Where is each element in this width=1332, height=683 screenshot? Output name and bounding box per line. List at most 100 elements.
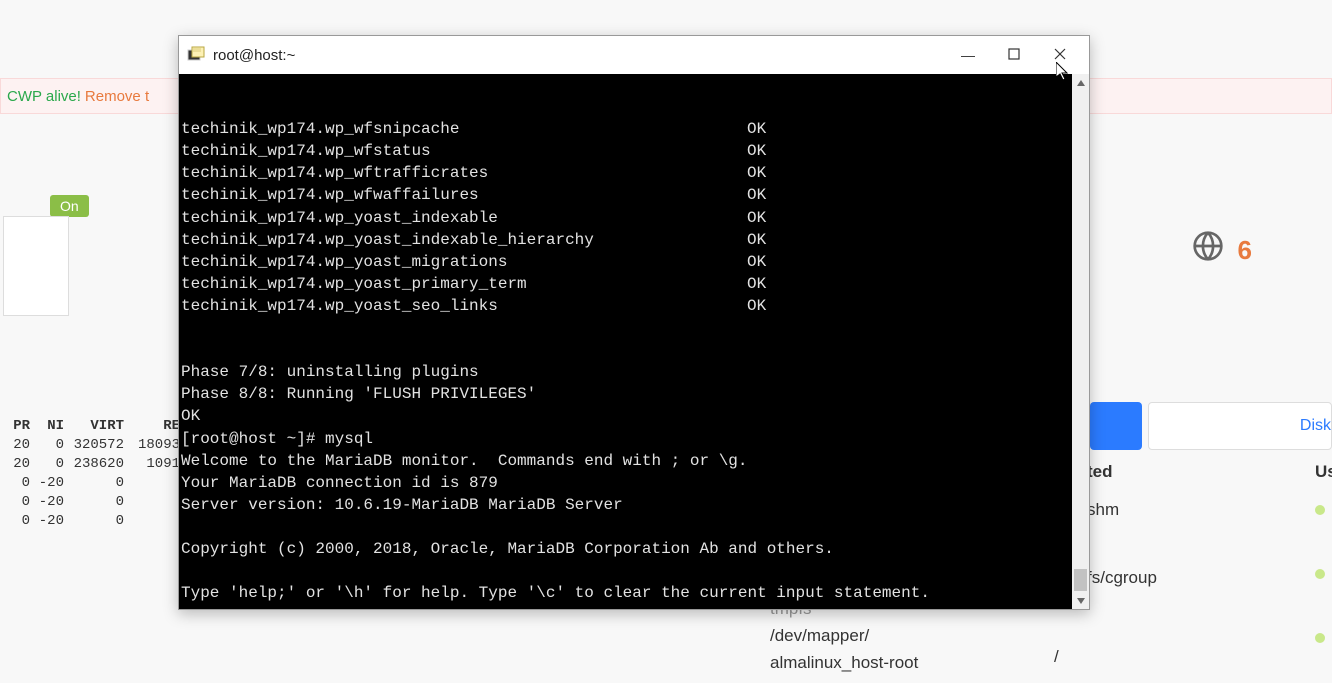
table-cell: 0 xyxy=(0,475,30,491)
db-table-name: techinik_wp174.wp_yoast_indexable xyxy=(181,207,747,229)
close-icon xyxy=(1054,47,1066,63)
mount-item: fs/cgroup xyxy=(1087,568,1157,588)
db-table-name: techinik_wp174.wp_wftrafficrates xyxy=(181,162,747,184)
scroll-track[interactable] xyxy=(1072,91,1089,592)
table-cell: -20 xyxy=(30,475,64,491)
table-cell: -20 xyxy=(30,513,64,529)
table-cell: 20 xyxy=(0,437,30,453)
db-table-name: techinik_wp174.wp_yoast_indexable_hierar… xyxy=(181,229,747,251)
terminal-line: techinik_wp174.wp_yoast_indexableOK xyxy=(181,207,1089,229)
maximize-icon xyxy=(1008,47,1020,63)
terminal-line: Server version: 10.6.19-MariaDB MariaDB … xyxy=(181,494,1089,516)
db-status: OK xyxy=(747,209,766,227)
table-cell: -20 xyxy=(30,494,64,510)
maximize-button[interactable] xyxy=(991,39,1037,71)
alert-link-text[interactable]: Remove t xyxy=(85,88,149,105)
table-cell: 320572 xyxy=(64,437,124,453)
table-cell: 0 xyxy=(30,437,64,453)
device-item: almalinux_host-root xyxy=(770,649,918,676)
mount-item: shm xyxy=(1087,500,1157,520)
alert-status: CWP alive! xyxy=(7,88,81,105)
table-cell: 0 xyxy=(30,456,64,472)
table-cell: 0 xyxy=(0,494,30,510)
globe-count: 6 xyxy=(1238,235,1252,266)
terminal-line: Phase 8/8: Running 'FLUSH PRIVILEGES' xyxy=(181,383,1089,405)
blue-action-button[interactable] xyxy=(1090,402,1142,450)
db-status: OK xyxy=(747,142,766,160)
window-titlebar[interactable]: root@host:~ — xyxy=(179,36,1089,74)
minimize-button[interactable]: — xyxy=(945,39,991,71)
close-button[interactable] xyxy=(1037,39,1083,71)
table-cell: 238620 xyxy=(64,456,124,472)
db-table-name: techinik_wp174.wp_wfsnipcache xyxy=(181,118,747,140)
terminal-line xyxy=(181,516,1089,538)
db-status: OK xyxy=(747,164,766,182)
terminal-line: Welcome to the MariaDB monitor. Commands… xyxy=(181,450,1089,472)
col-ni: NI xyxy=(30,418,64,434)
db-table-name: techinik_wp174.wp_yoast_primary_term xyxy=(181,273,747,295)
db-status: OK xyxy=(747,253,766,271)
minimize-icon: — xyxy=(961,47,975,63)
table-cell: 18093 xyxy=(124,437,180,453)
status-dot-icon xyxy=(1315,505,1325,515)
table-row: 0-200 xyxy=(0,475,180,491)
device-item: /dev/mapper/ xyxy=(770,622,918,649)
col-pr: PR xyxy=(0,418,30,434)
terminal-line: OK xyxy=(181,405,1089,427)
table-row: 20032057218093 xyxy=(0,437,180,453)
globe-icon xyxy=(1192,230,1224,270)
table-row: 0-200 xyxy=(0,494,180,510)
terminal-window: root@host:~ — techinik_w xyxy=(178,35,1090,610)
col-virt: VIRT xyxy=(64,418,124,434)
db-table-name: techinik_wp174.wp_yoast_migrations xyxy=(181,251,747,273)
table-cell: 20 xyxy=(0,456,30,472)
table-row: 2002386201091 xyxy=(0,456,180,472)
table-cell: 0 xyxy=(64,513,124,529)
terminal-line: techinik_wp174.wp_yoast_indexable_hierar… xyxy=(181,229,1089,251)
terminal-line: techinik_wp174.wp_wfwaffailuresOK xyxy=(181,184,1089,206)
table-cell xyxy=(124,513,180,529)
mount-header: ted xyxy=(1087,462,1157,482)
usage-column: Us xyxy=(1315,462,1332,664)
disk-button[interactable]: Disk xyxy=(1148,402,1332,450)
terminal-line: Type 'help;' or '\h' for help. Type '\c'… xyxy=(181,582,1089,604)
col-re: RE xyxy=(124,418,180,434)
terminal-line: techinik_wp174.wp_wfstatusOK xyxy=(181,140,1089,162)
terminal-line: [root@host ~]# mysql xyxy=(181,428,1089,450)
usage-header: Us xyxy=(1315,462,1332,482)
terminal-line xyxy=(181,560,1089,582)
terminal-line xyxy=(181,604,1089,609)
db-status: OK xyxy=(747,186,766,204)
terminal-line: Copyright (c) 2000, 2018, Oracle, MariaD… xyxy=(181,538,1089,560)
table-header-row: PR NI VIRT RE xyxy=(0,418,180,434)
status-panel-box xyxy=(3,216,69,316)
terminal-line: techinik_wp174.wp_yoast_seo_linksOK xyxy=(181,295,1089,317)
device-mount-point: / xyxy=(1054,643,1059,670)
terminal-line: techinik_wp174.wp_yoast_migrationsOK xyxy=(181,251,1089,273)
status-dot-icon xyxy=(1315,633,1325,643)
scroll-down-arrow-icon[interactable] xyxy=(1072,592,1089,609)
table-cell xyxy=(124,475,180,491)
terminal-line: techinik_wp174.wp_yoast_primary_termOK xyxy=(181,273,1089,295)
terminal-output[interactable]: techinik_wp174.wp_wfsnipcacheOKtechinik_… xyxy=(179,74,1089,609)
scroll-thumb[interactable] xyxy=(1074,569,1087,591)
table-row: 0-200 xyxy=(0,513,180,529)
table-cell: 0 xyxy=(0,513,30,529)
db-table-name: techinik_wp174.wp_wfstatus xyxy=(181,140,747,162)
table-cell: 1091 xyxy=(124,456,180,472)
terminal-line: techinik_wp174.wp_wfsnipcacheOK xyxy=(181,118,1089,140)
window-title: root@host:~ xyxy=(213,47,945,64)
mount-column: ted shm fs/cgroup xyxy=(1087,462,1157,604)
db-table-name: techinik_wp174.wp_wfwaffailures xyxy=(181,184,747,206)
table-cell: 0 xyxy=(64,475,124,491)
db-table-name: techinik_wp174.wp_yoast_seo_links xyxy=(181,295,747,317)
table-cell xyxy=(124,494,180,510)
terminal-line: Phase 7/8: uninstalling plugins xyxy=(181,361,1089,383)
db-status: OK xyxy=(747,120,766,138)
putty-app-icon xyxy=(187,46,205,64)
scroll-up-arrow-icon[interactable] xyxy=(1072,74,1089,91)
terminal-scrollbar[interactable] xyxy=(1072,74,1089,609)
terminal-line: Your MariaDB connection id is 879 xyxy=(181,472,1089,494)
table-cell: 0 xyxy=(64,494,124,510)
db-status: OK xyxy=(747,275,766,293)
